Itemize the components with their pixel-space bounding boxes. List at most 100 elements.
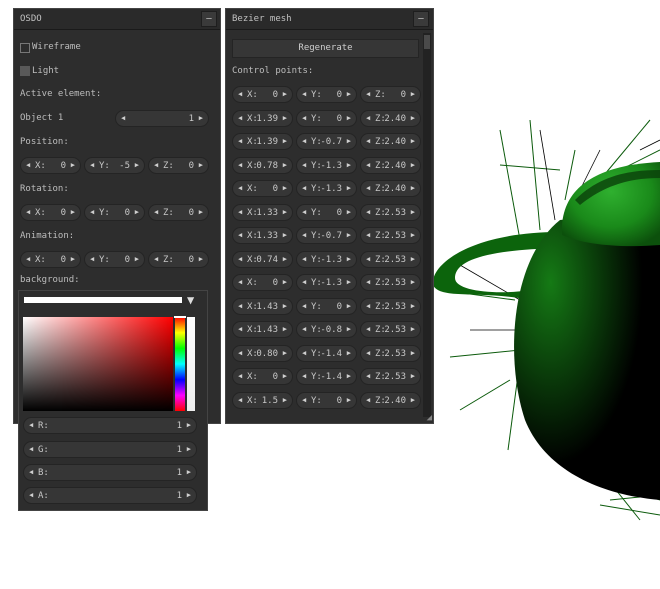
increment-icon[interactable]: ▶ [347,372,351,380]
control-point-z-field[interactable]: ◀ Z: 2.53 ▶ [360,274,421,291]
wireframe-checkbox[interactable] [20,43,30,53]
decrement-icon[interactable]: ◀ [238,161,242,169]
decrement-icon[interactable]: ◀ [26,208,30,216]
control-point-y-field[interactable]: ◀ Y: -0.7 ▶ [296,227,357,244]
increment-icon[interactable]: ▶ [199,255,203,263]
increment-icon[interactable]: ▶ [347,349,351,357]
scrollbar[interactable] [423,33,431,417]
decrement-icon[interactable]: ◀ [302,255,306,263]
decrement-icon[interactable]: ◀ [366,114,370,122]
increment-icon[interactable]: ▶ [347,278,351,286]
increment-icon[interactable]: ▶ [283,90,287,98]
color-preview-combo[interactable]: ▼ [24,293,204,307]
position-z-field[interactable]: ◀ Z: 0 ▶ [148,157,209,174]
decrement-icon[interactable]: ◀ [238,255,242,263]
decrement-icon[interactable]: ◀ [121,114,125,122]
increment-icon[interactable]: ▶ [283,396,287,404]
decrement-icon[interactable]: ◀ [238,278,242,286]
control-point-y-field[interactable]: ◀ Y: 0 ▶ [296,391,357,409]
increment-icon[interactable]: ▶ [199,208,203,216]
decrement-icon[interactable]: ◀ [26,161,30,169]
light-checkbox[interactable] [20,66,30,76]
decrement-icon[interactable]: ◀ [238,114,242,122]
rotation-y-field[interactable]: ◀ Y: 0 ▶ [84,204,145,221]
decrement-icon[interactable]: ◀ [29,491,33,499]
increment-icon[interactable]: ▶ [283,278,287,286]
increment-icon[interactable]: ▶ [347,325,351,333]
increment-icon[interactable]: ▶ [347,231,351,239]
decrement-icon[interactable]: ◀ [302,184,306,192]
decrement-icon[interactable]: ◀ [26,255,30,263]
control-point-y-field[interactable]: ◀ Y: 0 ▶ [296,203,357,221]
decrement-icon[interactable]: ◀ [302,114,306,122]
control-point-x-field[interactable]: ◀ X: 0 ▶ [232,180,293,197]
decrement-icon[interactable]: ◀ [90,255,94,263]
increment-icon[interactable]: ▶ [347,208,351,216]
decrement-icon[interactable]: ◀ [302,137,306,145]
position-y-field[interactable]: ◀ Y: -5 ▶ [84,157,145,174]
control-point-z-field[interactable]: ◀ Z: 2.53 ▶ [360,203,421,221]
control-point-x-field[interactable]: ◀ X: 1.33 ▶ [232,227,293,244]
decrement-icon[interactable]: ◀ [366,161,370,169]
decrement-icon[interactable]: ◀ [90,161,94,169]
regenerate-button[interactable]: Regenerate [232,39,419,58]
rotation-x-field[interactable]: ◀ X: 0 ▶ [20,204,81,221]
minimize-button[interactable]: – [413,11,429,27]
increment-icon[interactable]: ▶ [283,208,287,216]
control-point-x-field[interactable]: ◀ X: 1.33 ▶ [232,203,293,221]
decrement-icon[interactable]: ◀ [238,208,242,216]
increment-icon[interactable]: ▶ [283,161,287,169]
increment-icon[interactable]: ▶ [71,161,75,169]
control-point-x-field[interactable]: ◀ X: 1.43 ▶ [232,297,293,315]
increment-icon[interactable]: ▶ [411,349,415,357]
decrement-icon[interactable]: ◀ [366,278,370,286]
increment-icon[interactable]: ▶ [283,184,287,192]
alpha-slider[interactable] [187,317,195,411]
decrement-icon[interactable]: ◀ [154,255,158,263]
rotation-z-field[interactable]: ◀ Z: 0 ▶ [148,204,209,221]
increment-icon[interactable]: ▶ [283,137,287,145]
control-point-y-field[interactable]: ◀ Y: -1.4 ▶ [296,344,357,362]
bezier-mesh-window[interactable]: Bezier mesh – Regenerate Control points:… [225,8,434,424]
increment-icon[interactable]: ▶ [283,114,287,122]
decrement-icon[interactable]: ◀ [302,396,306,404]
control-point-z-field[interactable]: ◀ Z: 2.53 ▶ [360,368,421,385]
osdo-titlebar[interactable]: OSDO – [14,9,220,30]
decrement-icon[interactable]: ◀ [154,161,158,169]
control-point-x-field[interactable]: ◀ X: 0 ▶ [232,368,293,385]
increment-icon[interactable]: ▶ [283,349,287,357]
decrement-icon[interactable]: ◀ [29,421,33,429]
increment-icon[interactable]: ▶ [411,184,415,192]
g-channel-field[interactable]: ◀ G: 1 ▶ [23,441,197,458]
control-point-x-field[interactable]: ◀ X: 1.39 ▶ [232,133,293,150]
decrement-icon[interactable]: ◀ [302,325,306,333]
increment-icon[interactable]: ▶ [283,302,287,310]
control-point-y-field[interactable]: ◀ Y: -1.3 ▶ [296,180,357,197]
decrement-icon[interactable]: ◀ [366,231,370,239]
increment-icon[interactable]: ▶ [411,137,415,145]
control-point-x-field[interactable]: ◀ X: 1.43 ▶ [232,321,293,338]
decrement-icon[interactable]: ◀ [154,208,158,216]
control-point-z-field[interactable]: ◀ Z: 2.53 ▶ [360,250,421,268]
increment-icon[interactable]: ▶ [71,208,75,216]
decrement-icon[interactable]: ◀ [302,349,306,357]
decrement-icon[interactable]: ◀ [238,90,242,98]
minimize-button[interactable]: – [201,11,217,27]
resize-grip-icon[interactable]: ◢ [427,413,432,423]
control-point-z-field[interactable]: ◀ Z: 2.40 ▶ [360,109,421,127]
increment-icon[interactable]: ▶ [347,90,351,98]
increment-icon[interactable]: ▶ [187,468,191,476]
decrement-icon[interactable]: ◀ [366,302,370,310]
decrement-icon[interactable]: ◀ [238,137,242,145]
control-point-y-field[interactable]: ◀ Y: 0 ▶ [296,109,357,127]
increment-icon[interactable]: ▶ [283,255,287,263]
decrement-icon[interactable]: ◀ [366,349,370,357]
increment-icon[interactable]: ▶ [411,255,415,263]
control-point-z-field[interactable]: ◀ Z: 2.53 ▶ [360,227,421,244]
increment-icon[interactable]: ▶ [187,491,191,499]
decrement-icon[interactable]: ◀ [302,372,306,380]
decrement-icon[interactable]: ◀ [366,325,370,333]
increment-icon[interactable]: ▶ [283,372,287,380]
decrement-icon[interactable]: ◀ [302,90,306,98]
a-channel-field[interactable]: ◀ A: 1 ▶ [23,487,197,504]
